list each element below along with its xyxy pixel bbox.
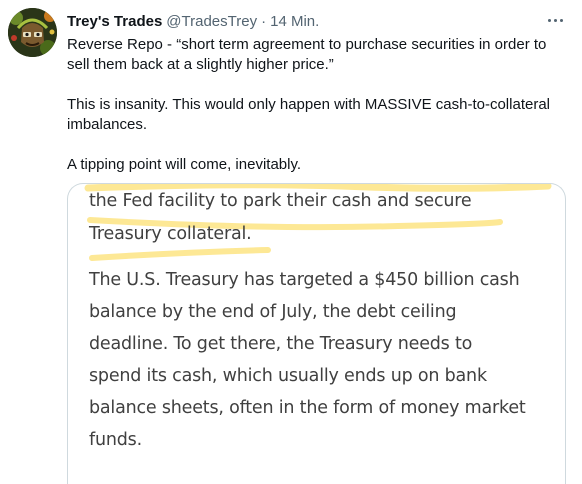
article-paragraph: the Fed facility to park their cash and … xyxy=(89,185,559,251)
separator-dot: · xyxy=(261,12,267,30)
article-line: balance by the end of July, the debt cei… xyxy=(89,302,457,322)
article-line: funds. xyxy=(89,430,142,450)
article-paragraph: The U.S. Treasury has targeted a $450 bi… xyxy=(89,264,559,456)
display-name[interactable]: Trey's Trades xyxy=(67,13,162,30)
trader-avatar-icon xyxy=(8,8,57,57)
article-line: balance sheets, often in the form of mon… xyxy=(89,398,526,418)
user-handle[interactable]: @TradesTrey xyxy=(166,13,257,30)
article-line: spend its cash, which usually ends up on… xyxy=(89,366,487,386)
tweet-header: Trey's Trades @TradesTrey · 14 Min. xyxy=(67,11,319,31)
article-excerpt: the Fed facility to park their cash and … xyxy=(89,185,559,456)
more-options-icon[interactable] xyxy=(544,10,566,30)
tweet-paragraph: A tipping point will come, inevitably. xyxy=(67,156,302,173)
article-line: The U.S. Treasury has targeted a $450 bi… xyxy=(89,270,520,290)
article-line: deadline. To get there, the Treasury nee… xyxy=(89,334,473,354)
tweet[interactable]: Trey's Trades @TradesTrey · 14 Min. Reve… xyxy=(0,0,582,484)
tweet-text: Reverse Repo - “short term agreement to … xyxy=(67,35,567,175)
tweet-paragraph: This is insanity. This would only happen… xyxy=(67,96,550,133)
article-line: Treasury collateral. xyxy=(89,224,252,244)
avatar[interactable] xyxy=(8,8,57,57)
article-line: the Fed facility to park their cash and … xyxy=(89,191,472,211)
attached-image[interactable]: the Fed facility to park their cash and … xyxy=(67,183,566,484)
tweet-paragraph: Reverse Repo - “short term agreement to … xyxy=(67,36,547,73)
timestamp[interactable]: 14 Min. xyxy=(270,13,319,30)
